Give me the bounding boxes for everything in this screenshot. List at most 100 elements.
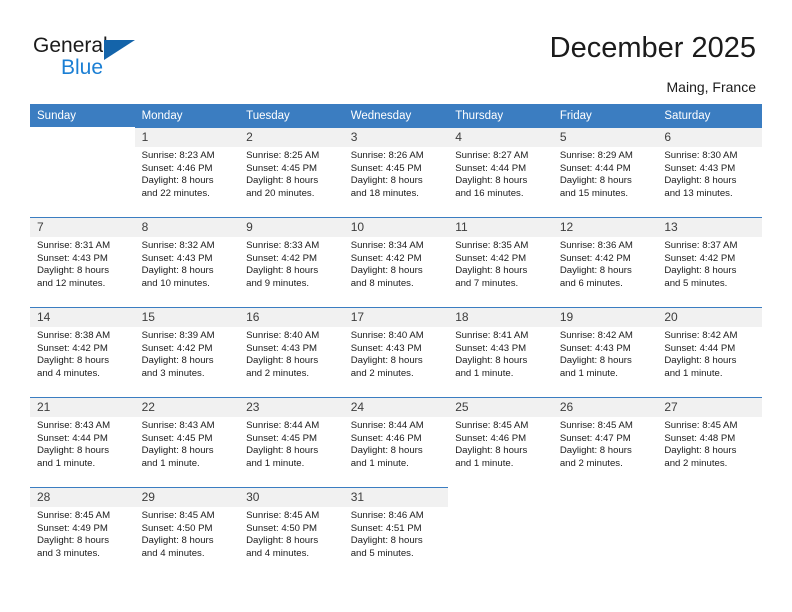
daylight-text-line2: and 4 minutes. xyxy=(141,547,205,559)
day-sun-info: Sunrise: 8:41 AM Sunset: 4:43 PM Daylight:… xyxy=(448,327,553,380)
day-cell[interactable]: 19 Sunrise: 8:42 AM Sunset: 4:43 PM Dayligh… xyxy=(552,307,658,397)
daylight-text-line1: Daylight: 8 hours xyxy=(246,265,319,277)
day-number: 4 xyxy=(448,128,553,147)
daylight-text-line1: Daylight: 8 hours xyxy=(246,175,319,187)
daylight-text-line2: and 1 minute. xyxy=(559,367,618,379)
page-title: December 2025 xyxy=(549,32,756,64)
sunrise-text: Sunrise: 8:27 AM xyxy=(455,150,529,161)
day-cell[interactable]: 15 Sunrise: 8:39 AM Sunset: 4:42 PM Dayligh… xyxy=(134,307,240,397)
logo-text-general: General xyxy=(33,34,108,57)
day-cell[interactable]: 9 Sunrise: 8:33 AM Sunset: 4:42 PM Daylight… xyxy=(239,217,344,307)
day-cell[interactable]: 13 Sunrise: 8:37 AM Sunset: 4:42 PM Dayligh… xyxy=(657,217,762,307)
day-number: 2 xyxy=(239,128,344,147)
daylight-text-line1: Daylight: 8 hours xyxy=(141,265,214,277)
day-sun-info: Sunrise: 8:40 AM Sunset: 4:43 PM Daylight:… xyxy=(344,327,449,380)
day-cell[interactable]: 22 Sunrise: 8:43 AM Sunset: 4:45 PM Dayligh… xyxy=(134,397,240,487)
calendar-cell: 11 Sunrise: 8:35 AM Sunset: 4:42 PM Dayligh… xyxy=(448,217,553,307)
day-cell[interactable]: 26 Sunrise: 8:45 AM Sunset: 4:47 PM Dayligh… xyxy=(552,397,658,487)
day-number: 29 xyxy=(134,488,240,507)
daylight-text-line1: Daylight: 8 hours xyxy=(141,535,214,547)
day-cell[interactable]: 31 Sunrise: 8:46 AM Sunset: 4:51 PM Dayligh… xyxy=(343,487,449,577)
sunrise-text: Sunrise: 8:26 AM xyxy=(350,150,424,161)
day-cell[interactable]: 6 Sunrise: 8:30 AM Sunset: 4:43 PM Daylight… xyxy=(657,127,762,217)
daylight-text-line2: and 1 minute. xyxy=(141,457,200,469)
daylight-text-line1: Daylight: 8 hours xyxy=(664,445,737,457)
day-cell[interactable]: 4 Sunrise: 8:27 AM Sunset: 4:44 PM Daylight… xyxy=(448,127,553,217)
day-sun-info: Sunrise: 8:30 AM Sunset: 4:43 PM Daylight:… xyxy=(657,147,762,200)
day-sun-info: Sunrise: 8:45 AM Sunset: 4:50 PM Daylight:… xyxy=(135,507,240,560)
day-cell[interactable]: 29 Sunrise: 8:45 AM Sunset: 4:50 PM Dayligh… xyxy=(134,487,240,577)
daylight-text-line2: and 2 minutes. xyxy=(664,457,728,469)
day-cell[interactable]: 25 Sunrise: 8:45 AM Sunset: 4:46 PM Dayligh… xyxy=(448,397,553,487)
day-cell[interactable]: 24 Sunrise: 8:44 AM Sunset: 4:46 PM Dayligh… xyxy=(343,397,449,487)
day-sun-info xyxy=(553,507,658,510)
sunrise-text: Sunrise: 8:36 AM xyxy=(559,240,633,251)
daylight-text-line2: and 5 minutes. xyxy=(664,277,728,289)
sunrise-text: Sunrise: 8:45 AM xyxy=(37,510,111,521)
daylight-text-line1: Daylight: 8 hours xyxy=(37,265,109,277)
day-cell[interactable]: 30 Sunrise: 8:45 AM Sunset: 4:50 PM Dayligh… xyxy=(239,487,344,577)
sunset-text: Sunset: 4:44 PM xyxy=(559,162,631,174)
day-cell[interactable]: 14 Sunrise: 8:38 AM Sunset: 4:42 PM Dayligh… xyxy=(30,307,135,397)
sunset-text: Sunset: 4:42 PM xyxy=(141,342,213,354)
day-sun-info xyxy=(448,507,553,510)
sunrise-text: Sunrise: 8:39 AM xyxy=(141,330,215,341)
day-cell[interactable]: 17 Sunrise: 8:40 AM Sunset: 4:43 PM Dayligh… xyxy=(343,307,449,397)
day-sun-info: Sunrise: 8:45 AM Sunset: 4:47 PM Daylight:… xyxy=(553,417,658,470)
daylight-text-line2: and 7 minutes. xyxy=(455,277,519,289)
calendar-cell: 3 Sunrise: 8:26 AM Sunset: 4:45 PM Daylight… xyxy=(343,127,449,217)
generalblue-logo[interactable]: General Blue xyxy=(33,34,173,84)
calendar-cell: 26 Sunrise: 8:45 AM Sunset: 4:47 PM Dayligh… xyxy=(552,397,658,487)
day-cell[interactable]: 1 Sunrise: 8:23 AM Sunset: 4:46 PM Daylight… xyxy=(134,127,240,217)
day-cell[interactable]: 23 Sunrise: 8:44 AM Sunset: 4:45 PM Dayligh… xyxy=(239,397,344,487)
sunset-text: Sunset: 4:43 PM xyxy=(246,342,318,354)
day-number: 3 xyxy=(343,128,449,147)
calendar-cell: 4 Sunrise: 8:27 AM Sunset: 4:44 PM Daylight… xyxy=(448,127,553,217)
calendar-cell: 22 Sunrise: 8:43 AM Sunset: 4:45 PM Dayligh… xyxy=(134,397,240,487)
day-number: 8 xyxy=(134,218,240,237)
day-number: 23 xyxy=(239,398,344,417)
sunrise-text: Sunrise: 8:31 AM xyxy=(37,240,111,251)
day-cell[interactable]: 2 Sunrise: 8:25 AM Sunset: 4:45 PM Daylight… xyxy=(239,127,344,217)
day-cell[interactable]: 27 Sunrise: 8:45 AM Sunset: 4:48 PM Dayligh… xyxy=(657,397,762,487)
day-number: 27 xyxy=(657,398,762,417)
day-cell[interactable]: 28 Sunrise: 8:45 AM Sunset: 4:49 PM Dayligh… xyxy=(30,487,135,577)
day-sun-info: Sunrise: 8:23 AM Sunset: 4:46 PM Daylight:… xyxy=(135,147,240,200)
day-cell[interactable]: 3 Sunrise: 8:26 AM Sunset: 4:45 PM Daylight… xyxy=(343,127,449,217)
calendar-body: 1 Sunrise: 8:23 AM Sunset: 4:46 PM Daylight… xyxy=(30,127,762,577)
calendar-page: General Blue December 2025 Maing, France… xyxy=(0,0,792,612)
daylight-text-line2: and 2 minutes. xyxy=(246,367,310,379)
daylight-text-line2: and 16 minutes. xyxy=(455,187,524,199)
daylight-text-line2: and 5 minutes. xyxy=(350,547,414,559)
daylight-text-line1: Daylight: 8 hours xyxy=(559,355,632,367)
calendar-cell: 31 Sunrise: 8:46 AM Sunset: 4:51 PM Dayligh… xyxy=(343,487,449,577)
day-cell[interactable]: 12 Sunrise: 8:36 AM Sunset: 4:42 PM Dayligh… xyxy=(552,217,658,307)
day-cell[interactable]: 8 Sunrise: 8:32 AM Sunset: 4:43 PM Daylight… xyxy=(134,217,240,307)
day-cell[interactable]: 5 Sunrise: 8:29 AM Sunset: 4:44 PM Daylight… xyxy=(552,127,658,217)
calendar-cell: 2 Sunrise: 8:25 AM Sunset: 4:45 PM Daylight… xyxy=(239,127,344,217)
sunset-text: Sunset: 4:43 PM xyxy=(37,252,108,264)
calendar-cell: 23 Sunrise: 8:44 AM Sunset: 4:45 PM Dayligh… xyxy=(239,397,344,487)
sunset-text: Sunset: 4:51 PM xyxy=(350,522,422,534)
day-number: 26 xyxy=(552,398,658,417)
calendar-cell xyxy=(552,487,658,577)
day-cell[interactable]: 18 Sunrise: 8:41 AM Sunset: 4:43 PM Dayligh… xyxy=(448,307,553,397)
day-cell[interactable]: 10 Sunrise: 8:34 AM Sunset: 4:42 PM Dayligh… xyxy=(343,217,449,307)
day-sun-info: Sunrise: 8:46 AM Sunset: 4:51 PM Daylight:… xyxy=(344,507,449,560)
day-number: 22 xyxy=(134,398,240,417)
daylight-text-line1: Daylight: 8 hours xyxy=(455,445,528,457)
day-cell[interactable]: 20 Sunrise: 8:42 AM Sunset: 4:44 PM Dayligh… xyxy=(657,307,762,397)
calendar-cell: 18 Sunrise: 8:41 AM Sunset: 4:43 PM Dayligh… xyxy=(448,307,553,397)
day-cell[interactable]: 11 Sunrise: 8:35 AM Sunset: 4:42 PM Dayligh… xyxy=(448,217,553,307)
day-cell[interactable]: 21 Sunrise: 8:43 AM Sunset: 4:44 PM Dayligh… xyxy=(30,397,135,487)
day-cell[interactable]: 16 Sunrise: 8:40 AM Sunset: 4:43 PM Dayligh… xyxy=(239,307,344,397)
daylight-text-line1: Daylight: 8 hours xyxy=(141,175,214,187)
day-cell[interactable]: 7 Sunrise: 8:31 AM Sunset: 4:43 PM Daylight… xyxy=(30,217,135,307)
sunset-text: Sunset: 4:42 PM xyxy=(664,252,736,264)
day-sun-info: Sunrise: 8:27 AM Sunset: 4:44 PM Daylight:… xyxy=(448,147,553,200)
sunset-text: Sunset: 4:42 PM xyxy=(559,252,631,264)
sunset-text: Sunset: 4:46 PM xyxy=(455,432,527,444)
daylight-text-line1: Daylight: 8 hours xyxy=(350,265,423,277)
day-number: 31 xyxy=(343,488,449,507)
day-sun-info: Sunrise: 8:45 AM Sunset: 4:46 PM Daylight:… xyxy=(448,417,553,470)
